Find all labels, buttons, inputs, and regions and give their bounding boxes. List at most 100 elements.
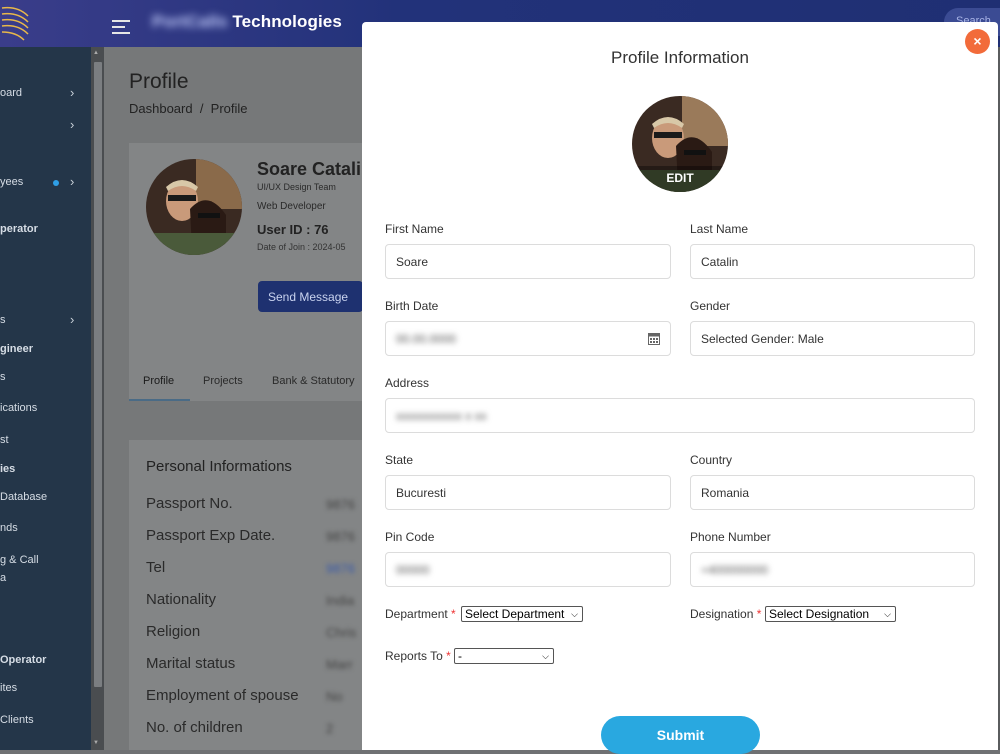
chevron-down-icon: ⌵ xyxy=(542,651,549,661)
personal-info-value: 9876 xyxy=(326,529,355,544)
sidebar-item[interactable]: nds xyxy=(0,522,18,534)
designation-label: Designation * xyxy=(690,607,762,621)
gender-value: Selected Gender: Male xyxy=(701,332,824,346)
menu-toggle-icon[interactable] xyxy=(112,20,130,34)
required-mark: * xyxy=(446,649,451,663)
pin-code-value: 00000 xyxy=(396,563,430,577)
last-name-value: Catalin xyxy=(701,255,739,269)
sidebar-item[interactable]: ies xyxy=(0,463,15,475)
address-value: xxxxxxxxxxx x xx xyxy=(396,409,487,423)
chevron-right-icon[interactable]: › xyxy=(70,174,74,189)
close-icon[interactable]: × xyxy=(965,29,990,54)
country-label: Country xyxy=(690,453,733,467)
department-label: Department * xyxy=(385,607,456,621)
employee-date-of-join: Date of Join : 2024-05 xyxy=(257,242,346,252)
personal-info-value: 2 xyxy=(326,721,334,736)
company-logo-icon[interactable] xyxy=(0,2,34,44)
sidebar-item[interactable]: Operator xyxy=(0,654,46,666)
sidebar-scroll-thumb[interactable] xyxy=(94,62,102,687)
employee-team: UI/UX Design Team xyxy=(257,182,336,192)
sidebar-item[interactable]: st xyxy=(0,434,9,446)
address-input[interactable]: xxxxxxxxxxx x xx xyxy=(385,398,975,433)
chevron-down-icon: ⌵ xyxy=(571,609,578,619)
personal-info-value: India xyxy=(326,593,355,608)
sidebar-item[interactable]: g & Call xyxy=(0,554,39,566)
sidebar: oard › › yees › perator s › gineer s ications st ies… xyxy=(0,47,91,750)
personal-info-label: Passport No. xyxy=(146,495,233,512)
state-input[interactable]: Bucuresti xyxy=(385,475,671,510)
personal-info-label: Passport Exp Date. xyxy=(146,527,276,544)
sidebar-item[interactable]: a xyxy=(0,572,6,584)
submit-button[interactable]: Submit xyxy=(601,716,760,754)
employee-name: Soare Catali xyxy=(257,159,362,179)
profile-information-modal: Profile Information × EDIT First Name So… xyxy=(362,22,998,754)
department-value: Select Department xyxy=(465,607,565,621)
tab-bank-statutory[interactable]: Bank & Statutory xyxy=(272,375,355,387)
scroll-up-arrow-icon[interactable]: ▲ xyxy=(93,50,99,56)
tab-projects[interactable]: Projects xyxy=(203,375,243,387)
sidebar-item[interactable]: yees xyxy=(0,176,23,188)
personal-info-label: Nationality xyxy=(146,591,217,608)
sidebar-item[interactable]: oard xyxy=(0,87,22,99)
chevron-right-icon[interactable]: › xyxy=(70,312,74,327)
birth-date-input[interactable]: 00.00.0000 xyxy=(385,321,671,356)
last-name-input[interactable]: Catalin xyxy=(690,244,975,279)
personal-info-value: No xyxy=(326,689,343,704)
edit-photo-label[interactable]: EDIT xyxy=(632,171,728,185)
active-tab-indicator xyxy=(129,399,190,401)
modal-title: Profile Information xyxy=(611,48,749,67)
reports-to-value: - xyxy=(458,649,462,663)
birth-date-value: 00.00.0000 xyxy=(396,332,457,346)
reports-to-label: Reports To * xyxy=(385,649,451,663)
tab-profile[interactable]: Profile xyxy=(143,375,174,387)
personal-info-title: Personal Informations xyxy=(146,458,292,475)
personal-info-label: Tel xyxy=(146,559,166,576)
last-name-label: Last Name xyxy=(690,222,749,236)
first-name-input[interactable]: Soare xyxy=(385,244,671,279)
notification-dot-icon xyxy=(53,180,59,186)
pin-code-label: Pin Code xyxy=(385,530,435,544)
required-mark: * xyxy=(451,607,456,621)
chevron-right-icon[interactable]: › xyxy=(70,117,74,132)
personal-info-value: 9876 xyxy=(326,497,355,512)
sidebar-item[interactable]: gineer xyxy=(0,343,33,355)
department-select[interactable]: Select Department ⌵ xyxy=(461,606,583,622)
employee-role: Web Developer xyxy=(257,201,326,212)
personal-info-label: Marital status xyxy=(146,655,236,672)
personal-info-label: Religion xyxy=(146,623,201,640)
sidebar-item[interactable]: ites xyxy=(0,682,17,694)
gender-label: Gender xyxy=(690,299,731,313)
personal-info-label: No. of children xyxy=(146,719,243,736)
country-input[interactable]: Romania xyxy=(690,475,975,510)
reports-to-select[interactable]: - ⌵ xyxy=(454,648,554,664)
phone-number-input[interactable]: +400000000 xyxy=(690,552,975,587)
breadcrumb: Dashboard / Profile xyxy=(129,101,248,116)
sidebar-item[interactable]: s xyxy=(0,314,6,326)
page-title: Profile xyxy=(129,70,189,93)
calendar-icon[interactable] xyxy=(648,332,660,345)
sidebar-item[interactable]: Database xyxy=(0,491,47,503)
first-name-label: First Name xyxy=(385,222,444,236)
chevron-down-icon: ⌵ xyxy=(884,609,891,619)
sidebar-item[interactable]: ications xyxy=(0,402,37,414)
required-mark: * xyxy=(756,607,762,621)
first-name-value: Soare xyxy=(396,255,429,269)
personal-info-value: 9876 xyxy=(326,561,355,576)
gender-input[interactable]: Selected Gender: Male xyxy=(690,321,975,356)
personal-info-label: Employment of spouse xyxy=(146,687,299,704)
sidebar-item[interactable]: s xyxy=(0,371,6,383)
state-value: Bucuresti xyxy=(396,486,447,500)
brand-name: PortCalls Technologies xyxy=(152,12,342,31)
personal-info-value: Chris xyxy=(326,625,357,640)
scroll-down-arrow-icon[interactable]: ▼ xyxy=(93,740,99,746)
personal-info-value: Marr xyxy=(326,657,353,672)
chevron-right-icon[interactable]: › xyxy=(70,85,74,100)
state-label: State xyxy=(385,453,414,467)
phone-number-value: +400000000 xyxy=(701,563,769,577)
pin-code-input[interactable]: 00000 xyxy=(385,552,671,587)
designation-select[interactable]: Select Designation ⌵ xyxy=(765,606,896,622)
sidebar-item[interactable]: perator xyxy=(0,223,38,235)
address-label: Address xyxy=(385,376,430,390)
sidebar-item[interactable]: Clients xyxy=(0,714,34,726)
send-message-button[interactable]: Send Message xyxy=(258,281,363,312)
